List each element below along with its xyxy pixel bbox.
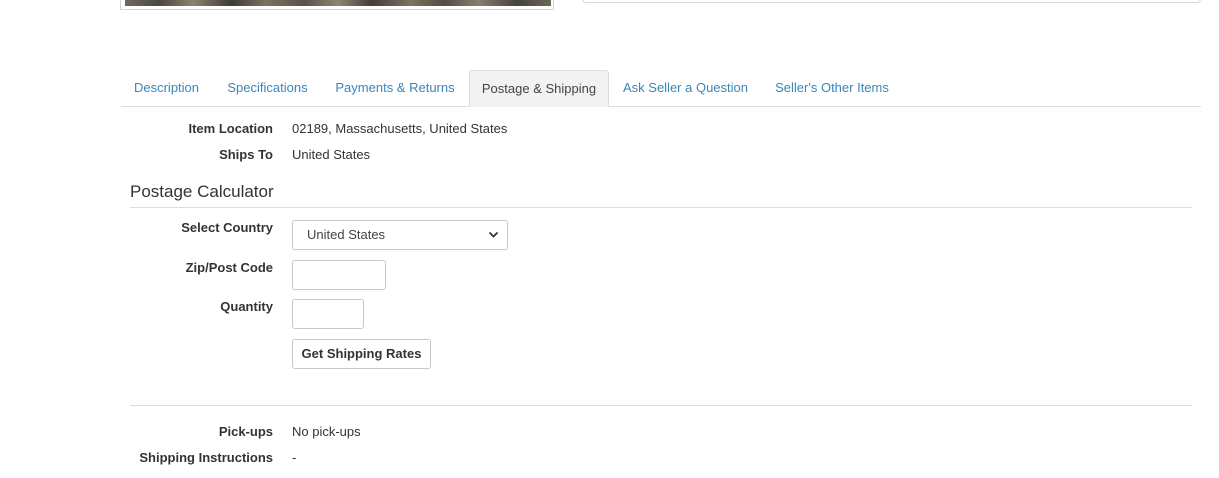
tab-description[interactable]: Description — [121, 70, 212, 107]
tab-specifications[interactable]: Specifications — [217, 70, 318, 107]
zip-code-label: Zip/Post Code — [185, 260, 273, 275]
chevron-down-icon — [488, 221, 499, 261]
get-shipping-rates-button[interactable]: Get Shipping Rates — [292, 339, 431, 369]
tab-postage-shipping[interactable]: Postage & Shipping — [469, 70, 609, 107]
ships-to-value: United States — [292, 147, 371, 162]
pickups-label: Pick-ups — [218, 424, 273, 439]
country-select-value: United States — [307, 227, 386, 242]
tab-seller-other-items[interactable]: Seller's Other Items — [767, 70, 897, 107]
ships-to-label: Ships To — [219, 147, 273, 162]
zip-code-input[interactable] — [292, 260, 386, 290]
tab-ask-seller[interactable]: Ask Seller a Question — [615, 70, 756, 107]
country-select[interactable]: United States — [292, 220, 508, 250]
postage-calculator-title: Postage Calculator — [130, 182, 274, 201]
item-image — [125, 0, 551, 6]
listing-page: Description Specifications Payments & Re… — [0, 0, 1219, 478]
quantity-label: Quantity — [220, 299, 273, 314]
tab-payments-returns[interactable]: Payments & Returns — [325, 70, 465, 107]
divider — [130, 405, 1192, 406]
item-location-label: Item Location — [188, 121, 273, 136]
shipping-instructions-value: - — [292, 450, 297, 465]
item-image-thumbnail[interactable] — [120, 0, 554, 10]
shipping-instructions-label: Shipping Instructions — [139, 450, 273, 465]
select-country-label: Select Country — [181, 220, 273, 235]
divider — [130, 207, 1192, 208]
listing-tabs: Description Specifications Payments & Re… — [121, 70, 1201, 107]
side-panel-edge — [582, 0, 1201, 3]
pickups-value: No pick-ups — [292, 424, 361, 439]
item-location-value: 02189, Massachusetts, United States — [292, 121, 508, 136]
quantity-input[interactable] — [292, 299, 364, 329]
